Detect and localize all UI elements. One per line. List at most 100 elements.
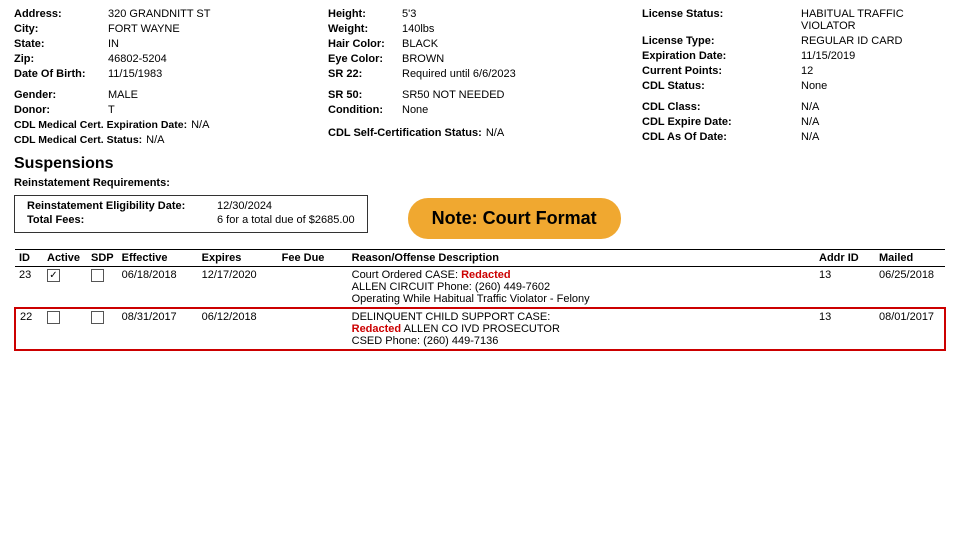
city-label: City: [14, 23, 104, 35]
cdl-self-cert-label: CDL Self-Certification Status: [328, 127, 482, 139]
hair-color-value: BLACK [402, 38, 438, 50]
row23-active [43, 267, 87, 309]
eye-color-label: Eye Color: [328, 53, 398, 65]
row23-sdp-checkbox [91, 269, 104, 282]
th-active: Active [43, 250, 87, 267]
row22-fee-due [278, 308, 348, 350]
cdl-med-exp-label: CDL Medical Cert. Expiration Date: [14, 119, 187, 131]
cdl-class-value: N/A [801, 101, 819, 113]
cdl-status-label: CDL Status: [642, 80, 797, 92]
reinstatement-area: Reinstatement Eligibility Date: 12/30/20… [14, 195, 946, 241]
row23-fee-due [278, 267, 348, 309]
row22-mailed: 08/01/2017 [875, 308, 945, 350]
row22-redacted: Redacted [352, 323, 402, 335]
th-effective: Effective [118, 250, 198, 267]
address-label: Address: [14, 8, 104, 20]
sr22-value: Required until 6/6/2023 [402, 68, 516, 80]
page-content: Address: 320 GRANDNITT ST City: FORT WAY… [0, 0, 960, 359]
th-reason: Reason/Offense Description [348, 250, 815, 267]
suspensions-table: ID Active SDP Effective Expires Fee Due … [14, 249, 946, 351]
license-status-label: License Status: [642, 8, 797, 20]
row23-addr-id: 13 [815, 267, 875, 309]
th-expires: Expires [198, 250, 278, 267]
col3: License Status: HABITUAL TRAFFIC VIOLATO… [642, 8, 946, 149]
sr22-label: SR 22: [328, 68, 398, 80]
weight-label: Weight: [328, 23, 398, 35]
expiration-date-label: Expiration Date: [642, 50, 797, 62]
table-row: 23 06/18/2018 12/17/2020 Court Ordered C… [15, 267, 945, 309]
eligibility-date-label: Reinstatement Eligibility Date: [27, 200, 217, 212]
zip-value: 46802-5204 [108, 53, 167, 65]
cdl-self-cert-value: N/A [486, 127, 504, 139]
row22-effective: 08/31/2017 [118, 308, 198, 350]
row22-reason: DELINQUENT CHILD SUPPORT CASE: Redacted … [348, 308, 815, 350]
eligibility-date-value: 12/30/2024 [217, 200, 272, 212]
th-sdp: SDP [87, 250, 118, 267]
cdl-as-of-value: N/A [801, 131, 819, 143]
cdl-as-of-label: CDL As Of Date: [642, 131, 797, 143]
zip-label: Zip: [14, 53, 104, 65]
state-value: IN [108, 38, 119, 50]
row23-mailed: 06/25/2018 [875, 267, 945, 309]
dob-label: Date Of Birth: [14, 68, 104, 80]
th-addr-id: Addr ID [815, 250, 875, 267]
state-label: State: [14, 38, 104, 50]
eye-color-value: BROWN [402, 53, 444, 65]
cdl-med-status-label: CDL Medical Cert. Status: [14, 134, 142, 146]
gender-label: Gender: [14, 89, 104, 101]
cdl-med-exp-value: N/A [191, 119, 209, 131]
table-row-highlighted: 22 08/31/2017 06/12/2018 DELINQUENT CHIL… [15, 308, 945, 350]
col1: Address: 320 GRANDNITT ST City: FORT WAY… [14, 8, 318, 149]
weight-value: 140lbs [402, 23, 434, 35]
row22-active [43, 308, 87, 350]
note-bubble: Note: Court Format [408, 198, 621, 239]
dob-value: 11/15/1983 [108, 68, 162, 80]
row22-active-checkbox [47, 311, 60, 324]
reinstatement-box: Reinstatement Eligibility Date: 12/30/20… [14, 195, 368, 233]
row23-reason: Court Ordered CASE: Redacted ALLEN CIRCU… [348, 267, 815, 309]
row22-sdp-checkbox [91, 311, 104, 324]
row23-sdp [87, 267, 118, 309]
row23-effective: 06/18/2018 [118, 267, 198, 309]
cdl-expire-label: CDL Expire Date: [642, 116, 797, 128]
reinstatement-requirements-label: Reinstatement Requirements: [14, 177, 946, 189]
row22-addr-id: 13 [815, 308, 875, 350]
row23-redacted: Redacted [461, 269, 511, 281]
row23-id: 23 [15, 267, 43, 309]
condition-label: Condition: [328, 104, 398, 116]
current-points-value: 12 [801, 65, 813, 77]
row22-id: 22 [15, 308, 43, 350]
th-id: ID [15, 250, 43, 267]
address-value: 320 GRANDNITT ST [108, 8, 211, 20]
table-header-row: ID Active SDP Effective Expires Fee Due … [15, 250, 945, 267]
condition-value: None [402, 104, 428, 116]
height-value: 5'3 [402, 8, 416, 20]
cdl-expire-value: N/A [801, 116, 819, 128]
info-grid: Address: 320 GRANDNITT ST City: FORT WAY… [14, 8, 946, 149]
hair-color-label: Hair Color: [328, 38, 398, 50]
license-type-label: License Type: [642, 35, 797, 47]
license-type-value: REGULAR ID CARD [801, 35, 902, 47]
row22-sdp [87, 308, 118, 350]
row23-active-checkbox [47, 269, 60, 282]
total-fees-value: 6 for a total due of $2685.00 [217, 214, 355, 226]
donor-value: T [108, 104, 115, 116]
col2: Height: 5'3 Weight: 140lbs Hair Color: B… [328, 8, 632, 149]
sr50-label: SR 50: [328, 89, 398, 101]
cdl-status-value: None [801, 80, 827, 92]
donor-label: Donor: [14, 104, 104, 116]
height-label: Height: [328, 8, 398, 20]
row23-expires: 12/17/2020 [198, 267, 278, 309]
gender-value: MALE [108, 89, 138, 101]
total-fees-label: Total Fees: [27, 214, 217, 226]
sr50-value: SR50 NOT NEEDED [402, 89, 505, 101]
th-fee-due: Fee Due [278, 250, 348, 267]
city-value: FORT WAYNE [108, 23, 180, 35]
cdl-class-label: CDL Class: [642, 101, 797, 113]
suspensions-title: Suspensions [14, 155, 946, 173]
row22-expires: 06/12/2018 [198, 308, 278, 350]
cdl-med-status-value: N/A [146, 134, 164, 146]
th-mailed: Mailed [875, 250, 945, 267]
current-points-label: Current Points: [642, 65, 797, 77]
suspensions-section: Suspensions Reinstatement Requirements: … [14, 155, 946, 241]
